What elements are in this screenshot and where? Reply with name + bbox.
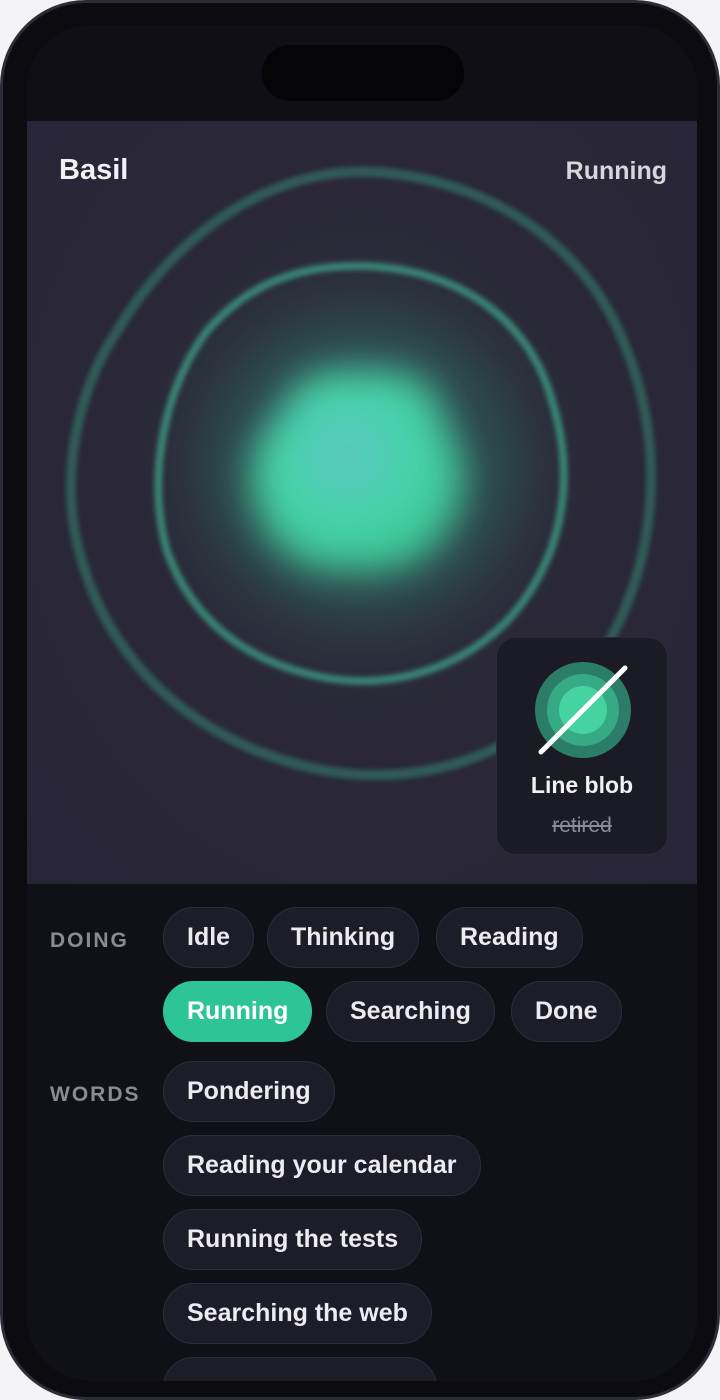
agent-name: Basil — [59, 154, 129, 186]
chip-running-the-tests[interactable]: Running the tests — [163, 1209, 423, 1270]
chip-pondering[interactable]: Pondering — [163, 1061, 335, 1122]
line-blob-icon — [535, 662, 631, 758]
chip-reading[interactable]: Reading — [436, 907, 583, 968]
chip-searching[interactable]: Searching — [326, 981, 495, 1042]
chip-searching-the-web[interactable]: Searching the web — [163, 1283, 432, 1344]
style-card[interactable]: Line blob retired — [496, 637, 668, 855]
screen: Basil Running Line blob retired DOING Id… — [27, 25, 697, 1381]
chip-idle[interactable]: Idle — [163, 907, 255, 968]
visualizer-stage: Basil Running Line blob retired — [27, 121, 697, 884]
chip-running[interactable]: Running — [163, 981, 313, 1042]
chip-reading-your-calendar[interactable]: Reading your calendar — [163, 1135, 481, 1196]
card-status: retired — [552, 814, 612, 837]
chip-thinking[interactable]: Thinking — [267, 907, 420, 968]
words-label: WORDS — [50, 1083, 141, 1106]
controls-panel: DOING Idle Thinking Reading Running Sear… — [27, 884, 697, 1381]
card-title: Line blob — [530, 772, 634, 798]
chip-partial[interactable] — [163, 1357, 437, 1381]
phone-frame: Basil Running Line blob retired DOING Id… — [0, 0, 720, 1400]
chip-done[interactable]: Done — [511, 981, 622, 1042]
doing-label: DOING — [50, 929, 129, 952]
dynamic-island — [262, 45, 464, 101]
state-label: Running — [565, 157, 667, 185]
